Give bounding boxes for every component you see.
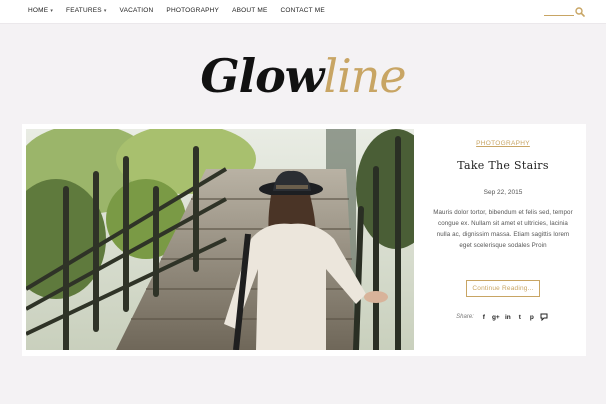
post-featured-image[interactable] bbox=[26, 129, 414, 350]
search-input-underline bbox=[544, 15, 574, 16]
logo-text-part1: Glow bbox=[200, 49, 324, 103]
comment-icon[interactable] bbox=[540, 313, 548, 321]
post-excerpt: Mauris dolor tortor, bibendum et felis s… bbox=[433, 209, 573, 249]
search-icon[interactable] bbox=[575, 7, 585, 17]
logo-text-part2: line bbox=[323, 49, 406, 103]
post-category-link[interactable]: PHOTOGRAPHY bbox=[428, 140, 578, 147]
share-label: Share: bbox=[456, 314, 474, 320]
nav-item-label: FEATURES bbox=[66, 7, 102, 14]
pinterest-icon[interactable]: p bbox=[528, 313, 536, 321]
nav-item-label: CONTACT ME bbox=[280, 7, 325, 14]
nav-item-about-me[interactable]: ABOUT ME bbox=[232, 7, 267, 14]
nav-item-contact-me[interactable]: CONTACT ME bbox=[281, 7, 325, 14]
post-card: PHOTOGRAPHY Take The Stairs Sep 22, 2015… bbox=[22, 124, 586, 356]
facebook-icon[interactable]: f bbox=[480, 313, 488, 321]
nav-item-home[interactable]: HOME ▾ bbox=[28, 7, 53, 14]
continue-wrapper: Continue Reading... bbox=[428, 277, 578, 297]
logo-text: Glowline bbox=[200, 49, 406, 103]
post-title[interactable]: Take The Stairs bbox=[428, 159, 578, 172]
nav-item-label: VACATION bbox=[119, 7, 154, 14]
linkedin-icon[interactable]: in bbox=[504, 313, 512, 321]
site-logo[interactable]: Glowline bbox=[0, 44, 606, 108]
post-summary: PHOTOGRAPHY Take The Stairs Sep 22, 2015… bbox=[428, 140, 578, 321]
post-date: Sep 22, 2015 bbox=[483, 189, 523, 196]
search-field[interactable] bbox=[544, 7, 586, 17]
chevron-down-icon: ▾ bbox=[103, 7, 107, 14]
comment-bubble-icon bbox=[540, 313, 548, 321]
share-bar: Share: f g+ in t p bbox=[428, 313, 578, 321]
chevron-down-icon: ▾ bbox=[50, 7, 54, 14]
google-plus-icon[interactable]: g+ bbox=[492, 313, 500, 321]
post-photo-illustration bbox=[26, 129, 414, 350]
continue-reading-button[interactable]: Continue Reading... bbox=[466, 280, 540, 297]
nav-item-photography[interactable]: PHOTOGRAPHY bbox=[166, 7, 219, 14]
nav-item-label: ABOUT ME bbox=[232, 7, 268, 14]
top-nav-bar: HOME ▾ FEATURES ▾ VACATION PHOTOGRAPHY A… bbox=[0, 0, 606, 24]
nav-item-label: HOME bbox=[28, 7, 49, 14]
main-menu: HOME ▾ FEATURES ▾ VACATION PHOTOGRAPHY A… bbox=[28, 7, 338, 14]
nav-item-features[interactable]: FEATURES ▾ bbox=[66, 7, 107, 14]
nav-item-vacation[interactable]: VACATION bbox=[120, 7, 154, 14]
nav-item-label: PHOTOGRAPHY bbox=[166, 7, 220, 14]
twitter-icon[interactable]: t bbox=[516, 313, 524, 321]
